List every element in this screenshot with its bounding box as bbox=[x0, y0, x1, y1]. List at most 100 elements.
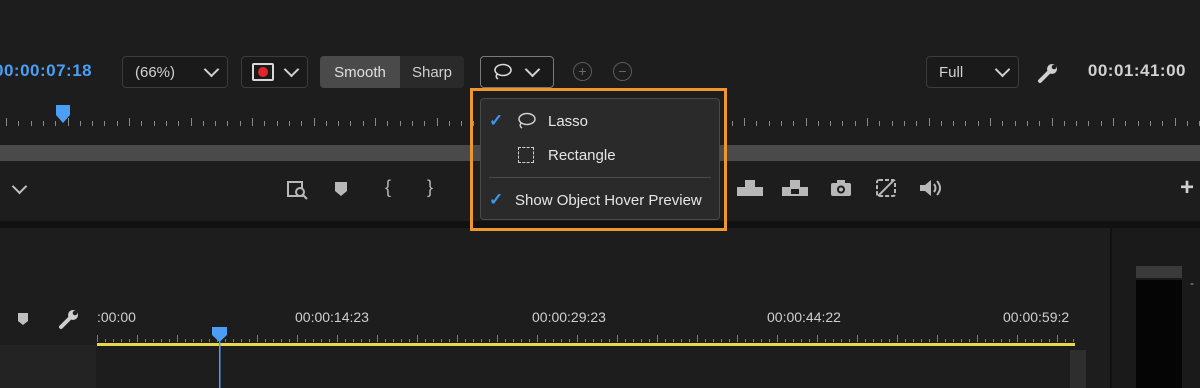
comparison-view-icon[interactable] bbox=[875, 178, 897, 198]
ruler-tick bbox=[713, 339, 714, 342]
zoom-dropdown[interactable]: (66%) bbox=[122, 56, 228, 88]
ruler-tick bbox=[1063, 121, 1065, 126]
record-icon bbox=[252, 63, 274, 81]
ruler-tick bbox=[561, 339, 562, 342]
checkmark-icon: ✓ bbox=[489, 111, 504, 130]
ruler-tick bbox=[744, 118, 745, 126]
menu-item-lasso[interactable]: ✓ Lasso bbox=[481, 106, 719, 136]
ruler-tick bbox=[129, 118, 130, 126]
ruler-tick bbox=[969, 339, 970, 342]
ruler-tick bbox=[129, 339, 130, 342]
menu-item-label: Rectangle bbox=[548, 146, 616, 164]
ruler-tick bbox=[104, 121, 106, 126]
ruler-tick bbox=[897, 335, 898, 342]
ruler-tick bbox=[473, 339, 474, 342]
ruler-tick bbox=[105, 339, 106, 342]
ruler-tick bbox=[337, 335, 338, 342]
ruler-tick bbox=[177, 335, 178, 342]
ruler-tick bbox=[441, 339, 442, 342]
add-marker-icon[interactable] bbox=[17, 312, 29, 326]
smooth-button[interactable]: Smooth bbox=[320, 56, 400, 88]
ruler-tick bbox=[461, 121, 463, 126]
record-settings-dropdown[interactable] bbox=[241, 56, 308, 88]
ruler-tick bbox=[239, 121, 241, 126]
volume-icon[interactable] bbox=[919, 179, 943, 197]
ruler-tick bbox=[681, 339, 682, 342]
ruler-tick bbox=[399, 121, 401, 126]
ruler-tick bbox=[1073, 339, 1074, 342]
ruler-tick bbox=[854, 121, 856, 126]
ruler-tick bbox=[165, 121, 167, 126]
ruler-tick bbox=[1049, 339, 1050, 342]
ruler-tick bbox=[241, 339, 242, 342]
ruler-tick bbox=[1076, 121, 1078, 126]
add-button-icon[interactable]: + bbox=[1180, 174, 1194, 202]
ruler-tick bbox=[913, 339, 914, 342]
mark-out-icon[interactable]: } bbox=[427, 177, 433, 198]
ruler-tick bbox=[993, 339, 994, 342]
ruler-tick bbox=[209, 339, 210, 342]
ruler-tick bbox=[1100, 121, 1102, 126]
ruler-tick bbox=[1025, 339, 1026, 342]
ruler-tick bbox=[985, 339, 986, 342]
ruler-tick bbox=[169, 339, 170, 342]
ruler-tick bbox=[393, 339, 394, 342]
ruler-tick bbox=[1017, 335, 1018, 342]
ruler-tick bbox=[145, 339, 146, 342]
current-timecode[interactable]: 00:00:07:18 bbox=[0, 61, 92, 81]
ruler-tick bbox=[30, 121, 32, 126]
menu-item-show-hover-preview[interactable]: ✓ Show Object Hover Preview bbox=[481, 185, 719, 215]
camera-icon[interactable] bbox=[830, 179, 852, 197]
ruler-tick bbox=[977, 121, 979, 126]
ruler-tick bbox=[609, 339, 610, 342]
ruler-tick bbox=[865, 339, 866, 342]
ruler-tick bbox=[801, 339, 802, 342]
insert-icon[interactable] bbox=[736, 179, 764, 197]
ruler-tick bbox=[252, 118, 253, 126]
ruler-tick bbox=[113, 339, 114, 342]
ruler-tick bbox=[338, 121, 340, 126]
ruler-tick bbox=[289, 339, 290, 342]
ruler-tick bbox=[377, 335, 378, 342]
export-frame-icon[interactable] bbox=[286, 178, 308, 200]
ruler-tick bbox=[1009, 339, 1010, 342]
timeline-scrollbar[interactable] bbox=[1070, 350, 1086, 388]
ruler-tick bbox=[1014, 121, 1016, 126]
wrench-icon[interactable] bbox=[1037, 62, 1059, 84]
ruler-tick bbox=[753, 339, 754, 342]
marker-icon[interactable] bbox=[334, 181, 348, 197]
remove-point-icon[interactable]: − bbox=[613, 62, 632, 81]
timeline-ruler-label: 00:00:59:2 bbox=[1003, 309, 1070, 325]
ruler-tick bbox=[505, 339, 506, 342]
ruler-tick bbox=[1041, 339, 1042, 342]
playhead-icon[interactable] bbox=[55, 104, 71, 124]
sharp-button[interactable]: Sharp bbox=[400, 56, 464, 88]
mark-in-icon[interactable]: { bbox=[385, 177, 391, 198]
ruler-tick bbox=[79, 121, 81, 126]
quality-toggle: Smooth Sharp bbox=[320, 56, 464, 88]
ruler-tick bbox=[497, 335, 498, 342]
ruler-tick bbox=[301, 121, 303, 126]
ruler-tick bbox=[353, 339, 354, 342]
add-point-icon[interactable]: + bbox=[573, 62, 592, 81]
ruler-tick bbox=[273, 339, 274, 342]
resolution-dropdown[interactable]: Full bbox=[926, 56, 1019, 88]
menu-item-rectangle[interactable]: Rectangle bbox=[481, 140, 719, 170]
ruler-tick bbox=[321, 339, 322, 342]
ruler-tick bbox=[521, 339, 522, 342]
ruler-tick bbox=[249, 339, 250, 342]
timeline-playhead-icon[interactable] bbox=[211, 326, 228, 388]
timeline-settings-wrench-icon[interactable] bbox=[58, 308, 80, 330]
ruler-tick bbox=[731, 121, 733, 126]
ruler-tick bbox=[569, 339, 570, 342]
overwrite-icon[interactable] bbox=[781, 179, 809, 197]
timeline-ruler[interactable] bbox=[97, 330, 1077, 342]
ruler-tick bbox=[1113, 118, 1114, 126]
ruler-tick bbox=[780, 121, 782, 126]
ruler-tick bbox=[1033, 339, 1034, 342]
chevron-down-icon[interactable] bbox=[11, 178, 28, 195]
selection-tool-dropdown[interactable] bbox=[480, 56, 554, 88]
ruler-tick bbox=[116, 121, 118, 126]
timeline-ruler-label: 00:00:29:23 bbox=[532, 309, 606, 325]
work-area-bar[interactable] bbox=[97, 343, 1075, 346]
